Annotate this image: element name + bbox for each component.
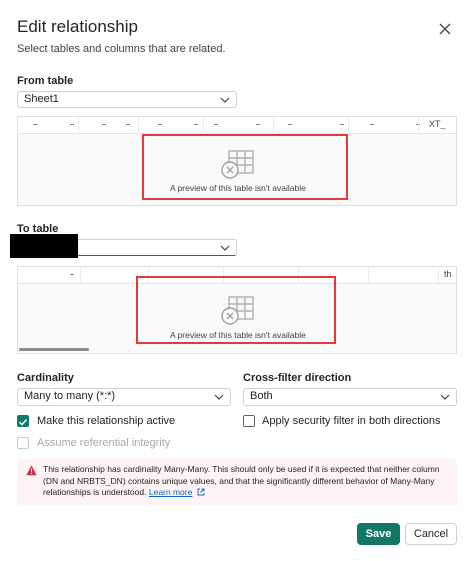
warning-message: This relationship has cardinality Many-M… xyxy=(43,464,451,499)
preview-header-row: XT_ xyxy=(18,117,456,134)
security-filter-label: Apply security filter in both directions xyxy=(262,415,441,427)
chevron-down-icon xyxy=(214,394,224,400)
preview-header-text: XT_ xyxy=(429,119,446,129)
checkmark-icon xyxy=(18,419,28,426)
warning-icon xyxy=(26,465,37,476)
chevron-down-icon xyxy=(220,245,230,251)
referential-integrity-label: Assume referential integrity xyxy=(37,437,171,449)
from-table-select-value: Sheet1 xyxy=(24,93,59,105)
from-table-select[interactable]: Sheet1 xyxy=(17,91,237,108)
close-icon[interactable] xyxy=(436,20,454,38)
preview-header-text: th xyxy=(444,269,452,279)
redacted-region xyxy=(10,234,78,258)
make-active-label: Make this relationship active xyxy=(37,415,176,427)
cross-filter-select[interactable]: Both xyxy=(243,388,457,406)
cardinality-select[interactable]: Many to many (*:*) xyxy=(17,388,231,406)
page-subtitle: Select tables and columns that are relat… xyxy=(17,43,226,55)
cross-filter-select-value: Both xyxy=(250,390,273,402)
preview-unavailable-text: A preview of this table isn't available xyxy=(170,183,306,193)
page-title: Edit relationship xyxy=(17,17,138,36)
referential-integrity-checkbox xyxy=(17,437,29,449)
make-active-checkbox[interactable] xyxy=(17,415,29,427)
cancel-button[interactable]: Cancel xyxy=(405,523,457,545)
table-unavailable-icon xyxy=(221,150,254,179)
preview-unavailable-text: A preview of this table isn't available xyxy=(170,330,306,340)
external-link-icon xyxy=(197,488,205,496)
horizontal-scrollbar[interactable] xyxy=(19,348,89,351)
warning-text: This relationship has cardinality Many-M… xyxy=(43,464,440,497)
save-button[interactable]: Save xyxy=(357,523,400,545)
cross-filter-label: Cross-filter direction xyxy=(243,372,352,384)
table-unavailable-icon xyxy=(221,296,254,325)
chevron-down-icon xyxy=(440,394,450,400)
chevron-down-icon xyxy=(220,97,230,103)
cardinality-label: Cardinality xyxy=(17,372,74,384)
from-table-label: From table xyxy=(17,75,74,87)
learn-more-link[interactable]: Learn more xyxy=(149,487,192,497)
security-filter-checkbox[interactable] xyxy=(243,415,255,427)
warning-banner: This relationship has cardinality Many-M… xyxy=(17,459,457,505)
cardinality-select-value: Many to many (*:*) xyxy=(24,390,116,402)
